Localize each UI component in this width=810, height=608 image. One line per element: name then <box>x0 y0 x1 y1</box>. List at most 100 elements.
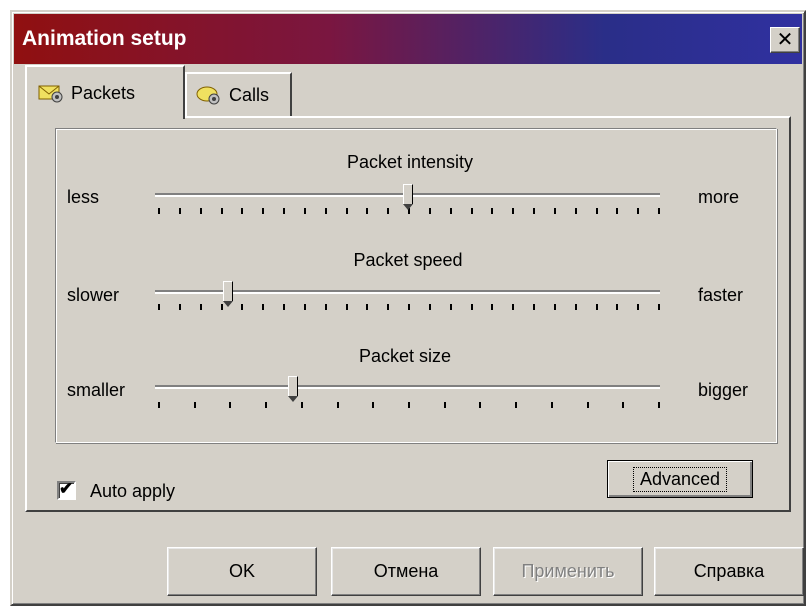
slider-tick <box>443 402 446 408</box>
slider-tick <box>324 304 327 310</box>
slider-tick <box>616 208 619 214</box>
slider-tick <box>372 402 375 408</box>
apply-button-label: Применить <box>521 561 615 581</box>
title-bar[interactable]: Animation setup ✕ <box>14 14 802 64</box>
slider-tick <box>241 208 244 214</box>
tab-packets-label: Packets <box>71 82 136 103</box>
slider-tick <box>553 304 556 310</box>
window-title: Animation setup <box>22 27 187 50</box>
slider-tick <box>512 208 515 214</box>
slider-tick <box>220 208 223 214</box>
packet-intensity-min-label: less <box>67 187 100 207</box>
apply-button[interactable]: Применить <box>493 547 643 596</box>
slider-group-box <box>55 128 777 443</box>
slider-tick <box>387 208 390 214</box>
slider-tick <box>533 304 535 310</box>
packet-size-max-label: bigger <box>698 380 749 400</box>
slider-tick <box>470 304 473 310</box>
slider-tick <box>470 208 473 214</box>
advanced-button[interactable]: Advanced <box>607 460 753 498</box>
slider-tick <box>595 304 598 310</box>
slider-tick <box>303 208 306 214</box>
packet-size-min-label: smaller <box>67 380 126 400</box>
help-button[interactable]: Справка <box>654 547 804 596</box>
slider-tick <box>574 208 577 214</box>
packet-size-title: Packet size <box>358 346 452 366</box>
close-button[interactable]: ✕ <box>770 27 800 53</box>
slider-tick <box>479 402 482 408</box>
slider-tick <box>262 208 265 214</box>
slider-tick <box>262 304 265 310</box>
slider-tick <box>533 208 535 214</box>
ok-button[interactable]: OK <box>167 547 317 596</box>
tab-packets[interactable]: Packets <box>25 65 185 119</box>
slider-tick <box>178 304 181 310</box>
slider-tick <box>491 304 494 310</box>
slider-tick <box>265 402 268 408</box>
slider-tick <box>241 304 244 310</box>
help-button-label: Справка <box>693 561 765 581</box>
slider-tick <box>428 208 431 214</box>
slider-tick <box>303 304 306 310</box>
packet-speed-thumb[interactable] <box>223 281 233 307</box>
packet-size-thumb[interactable] <box>288 376 298 402</box>
slider-tick <box>283 208 285 214</box>
slider-tick <box>199 304 202 310</box>
close-icon: ✕ <box>776 29 794 51</box>
slider-tick <box>637 304 640 310</box>
packet-intensity-max-label: more <box>698 187 740 207</box>
packet-speed-min-label: slower <box>67 285 120 305</box>
slider-tick <box>387 304 390 310</box>
auto-apply-label[interactable]: Auto apply <box>90 481 175 502</box>
tab-calls-label: Calls <box>229 84 270 105</box>
slider-tick <box>550 402 553 408</box>
slider-tick <box>345 208 348 214</box>
slider-tick <box>658 402 660 408</box>
slider-tick <box>193 402 196 408</box>
packet-size-track[interactable] <box>155 385 660 389</box>
packet-speed-max-label: faster <box>698 285 744 305</box>
slider-tick <box>658 304 660 310</box>
packet-size-ticks <box>158 402 660 408</box>
tab-calls[interactable]: Calls <box>185 72 292 116</box>
slider-tick <box>178 208 181 214</box>
slider-tick <box>449 208 452 214</box>
advanced-button-label: Advanced <box>632 466 728 492</box>
slider-tick <box>229 402 232 408</box>
slider-tick <box>366 304 369 310</box>
auto-apply-checkbox[interactable]: ✔ <box>57 479 76 500</box>
slider-tick <box>336 402 339 408</box>
ok-button-label: OK <box>228 561 255 581</box>
slider-tick <box>428 304 431 310</box>
slider-tick <box>622 402 625 408</box>
slider-tick <box>345 304 348 310</box>
slider-tick <box>300 402 303 408</box>
packet-intensity-thumb[interactable] <box>403 184 413 210</box>
packets-envelope-gear-icon <box>38 85 63 103</box>
slider-tick <box>515 402 518 408</box>
slider-tick <box>595 208 598 214</box>
cancel-button-label: Отмена <box>373 561 439 581</box>
slider-tick <box>366 208 369 214</box>
slider-tick <box>324 208 327 214</box>
packet-speed-ticks <box>158 304 660 310</box>
slider-tick <box>637 208 640 214</box>
slider-tick <box>158 208 160 214</box>
packet-speed-title: Packet speed <box>353 250 463 270</box>
slider-tick <box>574 304 577 310</box>
slider-tick <box>283 304 285 310</box>
slider-tick <box>408 304 410 310</box>
slider-tick <box>449 304 452 310</box>
checkmark-icon: ✔ <box>59 479 74 498</box>
slider-tick <box>199 208 202 214</box>
slider-tick <box>586 402 589 408</box>
slider-tick <box>491 208 494 214</box>
slider-tick <box>408 402 410 408</box>
slider-tick <box>158 304 160 310</box>
slider-tick <box>553 208 556 214</box>
cancel-button[interactable]: Отмена <box>331 547 481 596</box>
calls-gear-icon <box>196 86 220 105</box>
slider-tick <box>512 304 515 310</box>
slider-tick <box>616 304 619 310</box>
slider-tick <box>158 402 160 408</box>
